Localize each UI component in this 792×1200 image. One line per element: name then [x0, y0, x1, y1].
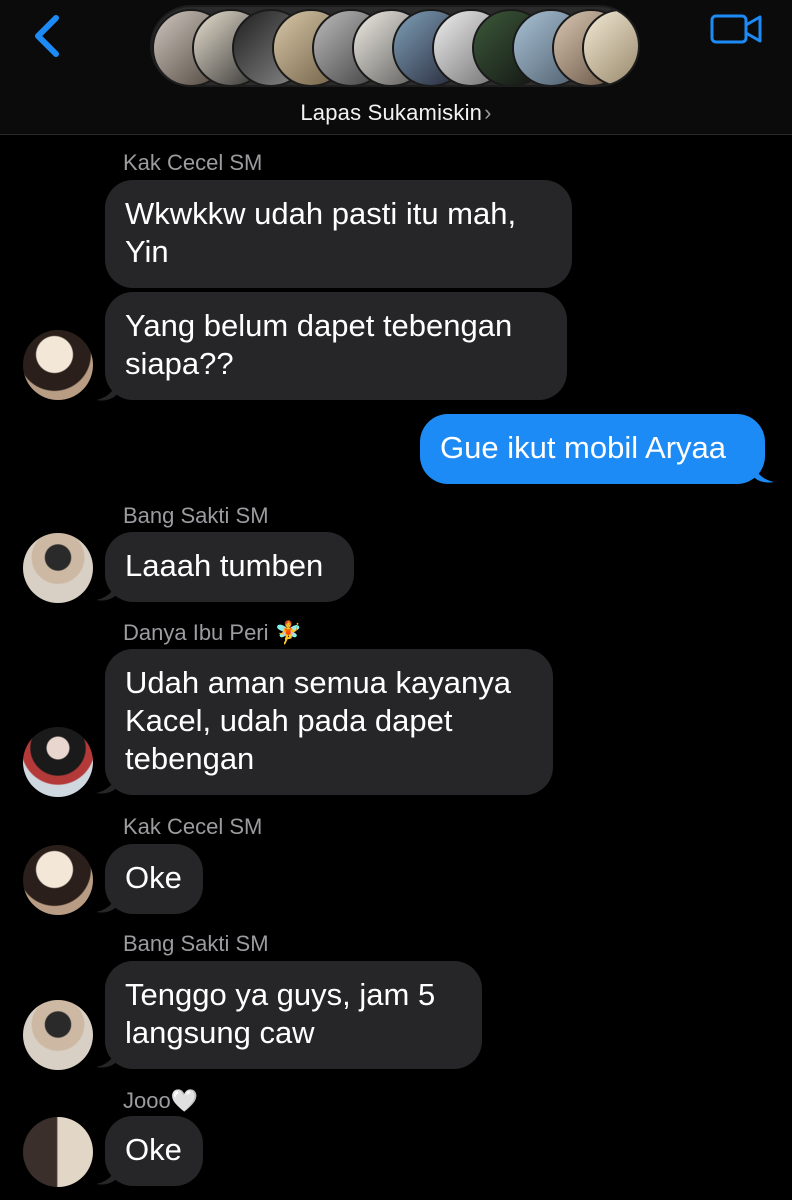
- avatar-bang-sakti[interactable]: [23, 1000, 93, 1070]
- message-bubble[interactable]: Oke: [105, 844, 203, 914]
- bubble-tail: [96, 1047, 118, 1068]
- message-bubble[interactable]: Yang belum dapet tebengan siapa??: [105, 292, 567, 400]
- avatar-jooo[interactable]: [23, 1117, 93, 1187]
- chevron-right-icon: ›: [484, 100, 492, 125]
- bubble-tail: [96, 892, 118, 913]
- avatar-kak-cecel[interactable]: [23, 845, 93, 915]
- bubble-tail: [96, 580, 118, 601]
- sender-name: Kak Cecel SM: [123, 814, 263, 839]
- sender-name: Kak Cecel SM: [123, 150, 263, 175]
- group-avatar-stack[interactable]: [150, 5, 640, 87]
- avatar-danya[interactable]: [23, 727, 93, 797]
- video-camera-icon[interactable]: [710, 12, 762, 46]
- conversation-header: Lapas Sukamiskin›: [0, 0, 792, 135]
- message-bubble[interactable]: Wkwkkw udah pasti itu mah, Yin: [105, 180, 572, 288]
- sender-name: Bang Sakti SM: [123, 931, 269, 956]
- group-title[interactable]: Lapas Sukamiskin›: [0, 100, 792, 126]
- message-bubble[interactable]: Udah aman semua kayanya Kacel, udah pada…: [105, 649, 553, 795]
- message-bubble[interactable]: Tenggo ya guys, jam 5 langsung caw: [105, 961, 482, 1069]
- group-name-label: Lapas Sukamiskin: [300, 100, 483, 125]
- sender-name: Danya Ibu Peri 🧚: [123, 620, 303, 645]
- avatar-bang-sakti[interactable]: [23, 533, 93, 603]
- message-bubble[interactable]: Laaah tumben: [105, 532, 354, 602]
- bubble-tail: [96, 1164, 118, 1185]
- bubble-tail: [752, 462, 774, 483]
- sent-message-bubble[interactable]: Gue ikut mobil Aryaa: [420, 414, 765, 484]
- bubble-tail: [96, 380, 118, 401]
- sender-name: Jooo🤍: [123, 1088, 199, 1113]
- sender-name: Bang Sakti SM: [123, 503, 269, 528]
- bubble-tail: [96, 773, 118, 794]
- avatar-kak-cecel[interactable]: [23, 330, 93, 400]
- chevron-left-icon[interactable]: [28, 12, 68, 60]
- message-bubble[interactable]: Oke: [105, 1116, 203, 1186]
